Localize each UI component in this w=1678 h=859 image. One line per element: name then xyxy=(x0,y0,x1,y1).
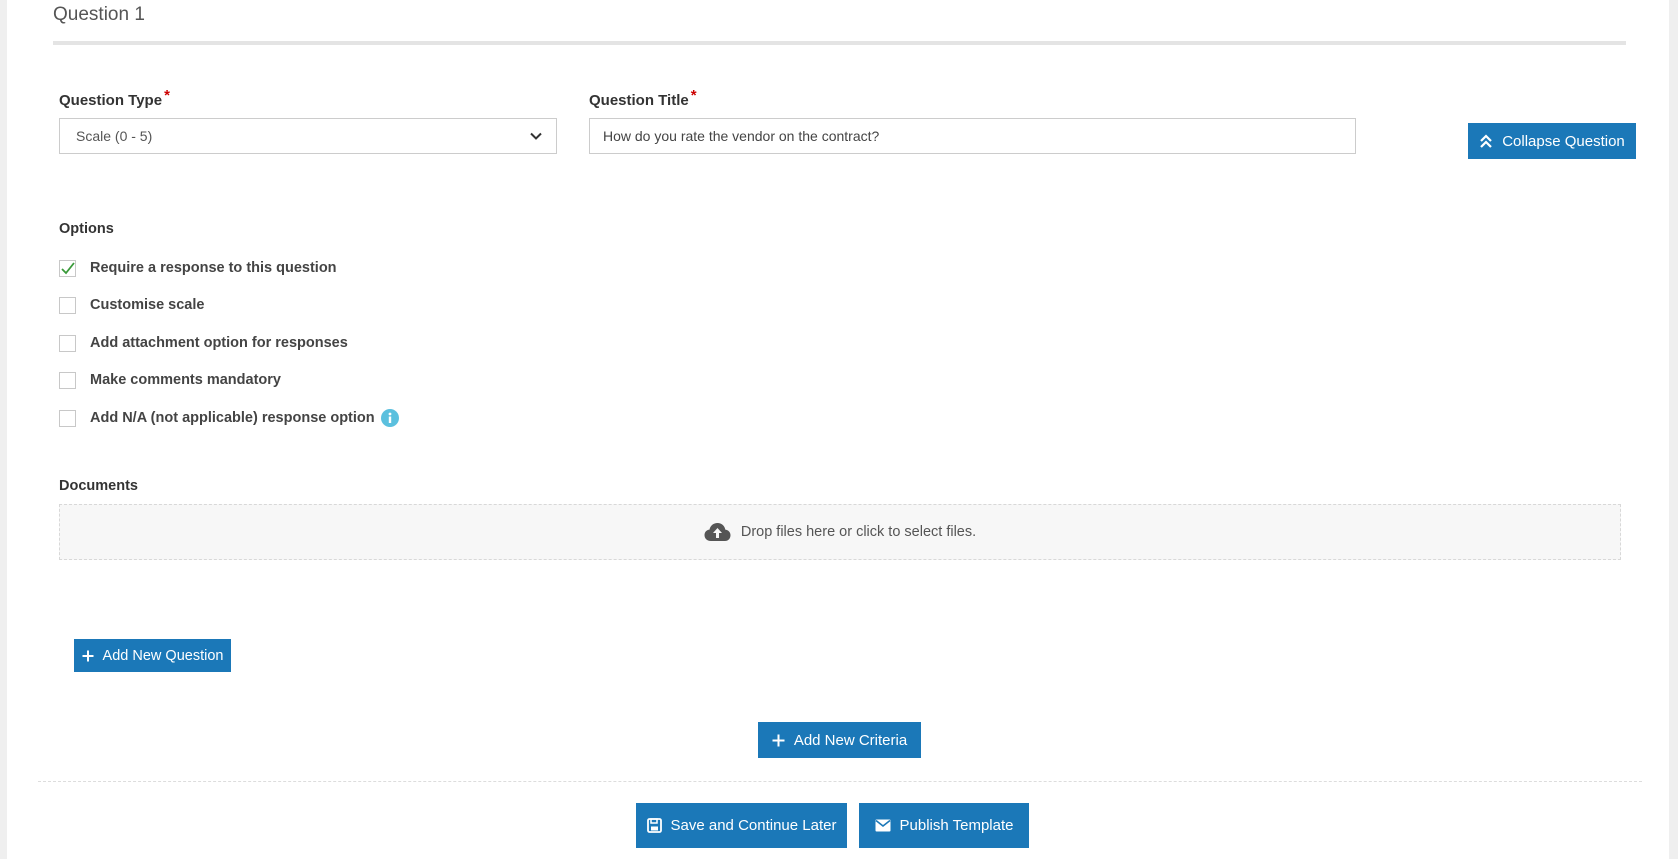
option-attachment[interactable]: Add attachment option for responses xyxy=(59,333,348,353)
documents-label: Documents xyxy=(59,478,138,494)
option-customise-scale[interactable]: Customise scale xyxy=(59,295,204,315)
add-new-criteria-label: Add New Criteria xyxy=(793,731,908,749)
publish-template-button[interactable]: Publish Template xyxy=(859,803,1029,848)
option-comments-mandatory[interactable]: Make comments mandatory xyxy=(59,370,281,390)
option-na-response[interactable]: Add N/A (not applicable) response option xyxy=(59,408,399,428)
file-dropzone[interactable]: Drop files here or click to select files… xyxy=(59,504,1621,560)
question-type-label-text: Question Type xyxy=(59,92,163,109)
footer-divider xyxy=(38,781,1642,782)
double-chevron-up-icon xyxy=(1480,134,1492,148)
save-and-continue-label: Save and Continue Later xyxy=(670,817,837,834)
envelope-icon xyxy=(875,819,891,832)
cloud-upload-icon xyxy=(704,523,731,541)
chevron-down-icon xyxy=(530,132,542,140)
required-marker: * xyxy=(690,87,697,104)
collapse-question-label: Collapse Question xyxy=(1502,132,1625,150)
question-type-label: Question Type * xyxy=(59,87,170,109)
heading-divider xyxy=(53,41,1626,45)
require-response-label: Require a response to this question xyxy=(90,260,337,276)
save-and-continue-button[interactable]: Save and Continue Later xyxy=(636,803,847,848)
question-title-label: Question Title * xyxy=(589,87,697,109)
add-new-question-label: Add New Question xyxy=(102,647,224,664)
require-response-checkbox[interactable] xyxy=(59,259,76,277)
plus-icon xyxy=(82,650,94,661)
question-heading: Question 1 xyxy=(53,4,145,25)
comments-mandatory-checkbox[interactable] xyxy=(59,371,76,389)
question-title-label-text: Question Title xyxy=(589,92,689,109)
customise-scale-label: Customise scale xyxy=(90,297,205,313)
question-type-value: Scale (0 - 5) xyxy=(76,128,153,144)
option-require-response[interactable]: Require a response to this question xyxy=(59,258,337,278)
attachment-option-label: Add attachment option for responses xyxy=(90,335,348,351)
checkmark-icon xyxy=(61,261,75,274)
question-type-select[interactable]: Scale (0 - 5) xyxy=(59,118,557,154)
add-new-criteria-button[interactable]: Add New Criteria xyxy=(758,722,921,758)
plus-icon xyxy=(772,734,785,746)
required-marker: * xyxy=(164,87,170,104)
collapse-question-button[interactable]: Collapse Question xyxy=(1468,123,1636,159)
na-response-checkbox[interactable] xyxy=(59,409,76,427)
na-response-label: Add N/A (not applicable) response option xyxy=(90,410,375,426)
question-title-input[interactable] xyxy=(589,118,1356,154)
save-icon xyxy=(646,818,662,833)
options-label: Options xyxy=(59,221,114,237)
comments-mandatory-label: Make comments mandatory xyxy=(90,372,281,388)
publish-template-label: Publish Template xyxy=(899,817,1014,834)
dropzone-text: Drop files here or click to select files… xyxy=(740,524,977,540)
customise-scale-checkbox[interactable] xyxy=(59,296,76,314)
info-icon[interactable] xyxy=(380,409,399,427)
attachment-option-checkbox[interactable] xyxy=(59,334,76,352)
add-new-question-button[interactable]: Add New Question xyxy=(74,639,231,672)
